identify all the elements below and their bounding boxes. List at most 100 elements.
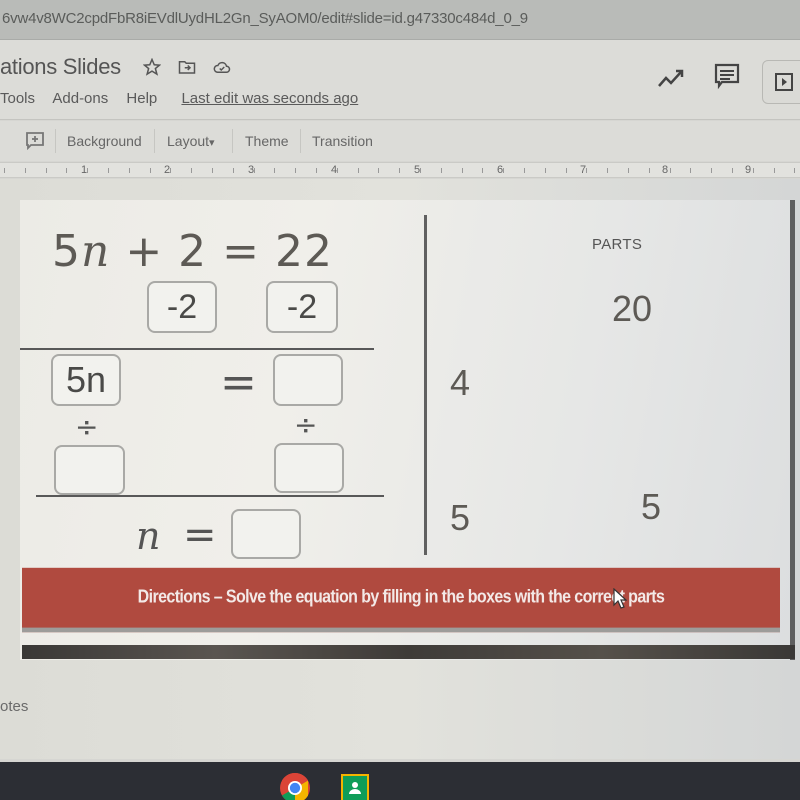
last-edit-link[interactable]: Last edit was seconds ago [181, 90, 358, 107]
toolbar-divider [300, 129, 301, 153]
google-classroom-icon[interactable] [339, 772, 371, 800]
ruler-tick [670, 168, 671, 173]
divide-sign-left: ÷ [75, 410, 99, 443]
transition-button[interactable]: Transition [312, 133, 373, 149]
divider-line [36, 495, 384, 497]
ruler-tick [233, 168, 234, 173]
ruler-tick [295, 168, 296, 173]
main-equation: 5n + 2 = 22 [52, 226, 333, 277]
part-tile-5[interactable]: 5 [641, 486, 661, 528]
ruler-tick [503, 168, 504, 173]
ruler-tick [753, 168, 754, 173]
ruler-tick [441, 168, 442, 173]
result-equals-sign: = [183, 512, 217, 558]
ruler-tick [524, 168, 525, 173]
menu-addons[interactable]: Add-ons [52, 90, 108, 107]
toolbar-divider [154, 129, 155, 153]
equation-variable: n [81, 226, 111, 277]
final-answer-box[interactable] [231, 509, 301, 559]
url-text[interactable]: 6vw4v8WC2cpdFbR8iEVdlUydHL2Gn_SyAOM0/edi… [2, 10, 528, 27]
divisor-box-right[interactable] [274, 443, 344, 493]
ruler-tick [337, 168, 338, 173]
ruler-tick [711, 168, 712, 173]
ruler-label: 9 [745, 164, 752, 176]
parts-heading: PARTS [592, 236, 643, 253]
part-tile-5[interactable]: 5 [450, 497, 470, 539]
ruler-tick [274, 168, 275, 173]
layout-button[interactable]: Layout▾ [167, 133, 215, 149]
chrome-icon[interactable] [279, 772, 311, 800]
ruler-tick [254, 168, 255, 173]
theme-button[interactable]: Theme [245, 133, 289, 149]
vertical-divider [424, 215, 427, 555]
star-icon[interactable] [143, 58, 161, 76]
ruler-tick [399, 168, 400, 173]
ruler-tick [46, 168, 47, 173]
part-tile-4[interactable]: 4 [450, 362, 470, 404]
ruler-tick [108, 168, 109, 173]
ruler-tick [586, 168, 587, 173]
ruler-tick [378, 168, 379, 173]
ruler-tick [212, 168, 213, 173]
divide-sign-right: ÷ [294, 408, 318, 441]
ruler-tick [482, 168, 483, 173]
document-title[interactable]: ations Slides [0, 54, 121, 80]
speaker-notes-placeholder[interactable]: otes [0, 698, 28, 715]
ruler-tick [170, 168, 171, 173]
activity-trend-icon[interactable] [657, 66, 687, 90]
add-comment-icon[interactable] [26, 132, 44, 150]
ruler-tick [774, 168, 775, 173]
subtract-box-left[interactable]: -2 [147, 281, 217, 333]
chevron-down-icon: ▾ [209, 137, 215, 149]
ruler-tick [87, 168, 88, 173]
answer-box-right-side[interactable] [273, 354, 343, 406]
cloud-saved-icon[interactable] [213, 58, 231, 76]
ruler-tick [690, 168, 691, 173]
divider-line [20, 348, 374, 350]
slide-bottom-image-strip [22, 645, 795, 659]
ruler-tick [545, 168, 546, 173]
ruler-tick [316, 168, 317, 173]
divisor-box-left[interactable] [54, 445, 125, 495]
ruler-tick [358, 168, 359, 173]
ruler-tick [420, 168, 421, 173]
ruler-tick [628, 168, 629, 173]
ruler-tick [4, 168, 5, 173]
part-tile-20[interactable]: 20 [612, 288, 652, 330]
ruler-tick [566, 168, 567, 173]
ruler-tick [732, 168, 733, 173]
present-icon [775, 73, 793, 91]
ruler-tick [25, 168, 26, 173]
comments-icon[interactable] [714, 62, 740, 90]
mouse-cursor-icon [613, 588, 627, 609]
ruler-label: 8 [662, 164, 669, 176]
directions-banner: Directions – Solve the equation by filli… [22, 567, 780, 633]
present-button[interactable] [762, 60, 800, 104]
equation-coefficient: 5 [52, 226, 81, 277]
background-button[interactable]: Background [67, 133, 142, 149]
toolbar: Background Layout▾ Theme Transition [0, 121, 800, 161]
move-to-folder-icon[interactable] [178, 58, 196, 76]
ruler-tick [794, 168, 795, 173]
ruler-tick [66, 168, 67, 173]
result-variable: n [136, 514, 161, 558]
ruler-tick [649, 168, 650, 173]
menu-bar: Tools Add-ons Help Last edit was seconds… [0, 90, 372, 107]
browser-url-bar[interactable]: 6vw4v8WC2cpdFbR8iEVdlUydHL2Gn_SyAOM0/edi… [0, 0, 800, 40]
term-box-5n[interactable]: 5n [51, 354, 121, 406]
toolbar-divider [55, 129, 56, 153]
ruler-tick [129, 168, 130, 173]
equation-rest: + 2 = 22 [110, 226, 334, 277]
menu-tools[interactable]: Tools [0, 90, 35, 107]
layout-label: Layout [167, 133, 210, 149]
toolbar-divider [232, 129, 233, 153]
ruler-tick [462, 168, 463, 173]
menu-help[interactable]: Help [126, 90, 157, 107]
ruler-tick [607, 168, 608, 173]
subtract-box-right[interactable]: -2 [266, 281, 338, 333]
horizontal-ruler[interactable]: 1 2 3 4 5 6 7 8 9 [0, 162, 800, 178]
ruler-tick [150, 168, 151, 173]
os-shelf [0, 762, 800, 800]
equals-sign: = [220, 357, 257, 408]
app-header: ations Slides Tools Add-ons Help Last ed… [0, 40, 800, 120]
